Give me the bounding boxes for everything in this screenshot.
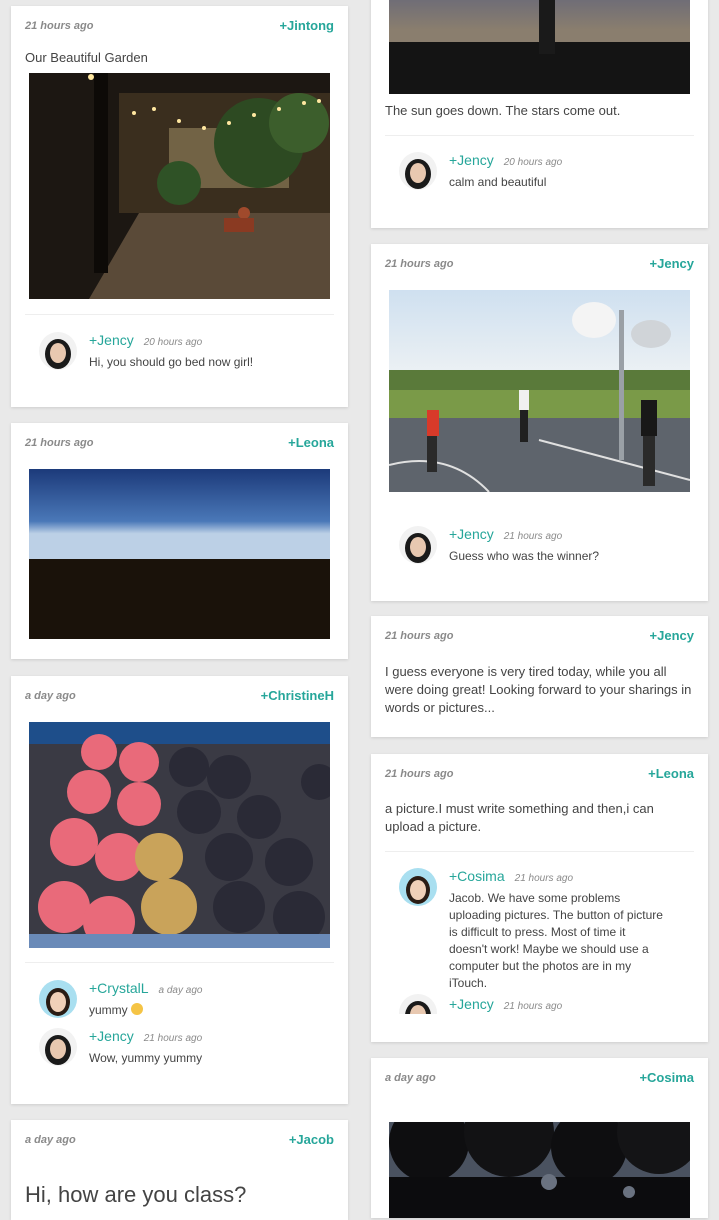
- comment-author-link[interactable]: +Jency 20 hours ago: [89, 332, 202, 348]
- comment-time: 21 hours ago: [503, 531, 563, 542]
- avatar[interactable]: [399, 152, 437, 190]
- post-time: 21 hours ago: [385, 768, 454, 780]
- post-author-link[interactable]: +Leona: [288, 435, 334, 450]
- post-photo-donuts[interactable]: [29, 722, 330, 948]
- divider: [385, 135, 694, 136]
- post-card-upload[interactable]: 21 hours ago +Leona a picture.I must wri…: [371, 754, 708, 1042]
- divider: [385, 851, 694, 852]
- comment-author-link[interactable]: +Jency 21 hours ago: [449, 996, 562, 1012]
- avatar[interactable]: [39, 1028, 77, 1066]
- comment-time: 21 hours ago: [514, 873, 574, 884]
- post-card-cosima[interactable]: a day ago +Cosima: [371, 1058, 708, 1218]
- avatar[interactable]: [399, 994, 437, 1014]
- post-time: 21 hours ago: [385, 630, 454, 642]
- post-author-link[interactable]: +Jency: [650, 256, 694, 271]
- post-time: 21 hours ago: [25, 437, 94, 449]
- comment-author-link[interactable]: +CrystalL a day ago: [89, 980, 202, 996]
- post-photo-night[interactable]: [29, 469, 330, 639]
- comment-author-link[interactable]: +Jency 21 hours ago: [449, 526, 562, 542]
- comment: +Cosima 21 hours ago Jacob. We have some …: [399, 868, 694, 998]
- comment-time: 20 hours ago: [143, 337, 203, 348]
- basketball-photo: [389, 290, 690, 492]
- comment-text: Guess who was the winner?: [449, 549, 600, 563]
- comment-text: Wow, yummy yummy: [89, 1051, 203, 1065]
- avatar[interactable]: [39, 980, 77, 1018]
- post-card-sunset[interactable]: The sun goes down. The stars come out. +…: [371, 0, 708, 228]
- post-text: Hi, how are you class?: [25, 1182, 247, 1207]
- post-photo-sunset[interactable]: [389, 0, 690, 94]
- post-time: a day ago: [385, 1072, 436, 1084]
- comment-time: 21 hours ago: [143, 1033, 203, 1044]
- post-author-link[interactable]: +Jency: [650, 628, 694, 643]
- comment-time: 20 hours ago: [503, 157, 563, 168]
- post-time: a day ago: [25, 1134, 76, 1146]
- comment-author-link[interactable]: +Jency 21 hours ago: [89, 1028, 202, 1044]
- post-text: I guess everyone is very tired today, wh…: [385, 664, 692, 715]
- sunset-photo: [389, 0, 690, 94]
- post-card-basketball[interactable]: 21 hours ago +Jency +Jency 21 hours ago …: [371, 244, 708, 601]
- garden-photo: [29, 73, 330, 299]
- comment-text: yummy: [89, 1002, 334, 1019]
- donuts-photo: [29, 722, 330, 948]
- avatar[interactable]: [399, 526, 437, 564]
- post-text: a picture.I must write something and the…: [385, 801, 654, 834]
- post-card-donuts[interactable]: a day ago +ChristineH +CrystalL a day ago: [11, 676, 348, 1104]
- post-card-garden[interactable]: 21 hours ago +Jintong Our Beautiful Gard…: [11, 6, 348, 407]
- comment: +Jency 21 hours ago: [399, 994, 694, 1014]
- trees-photo: [389, 1122, 690, 1218]
- divider: [25, 314, 334, 315]
- comment-text: calm and beautiful: [449, 175, 547, 189]
- post-author-link[interactable]: +ChristineH: [261, 688, 334, 703]
- post-title: Our Beautiful Garden: [25, 50, 148, 65]
- post-photo-garden[interactable]: [29, 73, 330, 299]
- comment-time: 21 hours ago: [503, 1001, 563, 1012]
- comment-author-link[interactable]: +Jency 20 hours ago: [449, 152, 562, 168]
- post-author-link[interactable]: +Leona: [648, 766, 694, 781]
- post-author-link[interactable]: +Jacob: [289, 1132, 334, 1147]
- post-author-link[interactable]: +Cosima: [639, 1070, 694, 1085]
- post-author-link[interactable]: +Jintong: [279, 18, 334, 33]
- post-time: 21 hours ago: [385, 258, 454, 270]
- post-time: a day ago: [25, 690, 76, 702]
- comment-time: a day ago: [158, 985, 203, 996]
- post-caption: The sun goes down. The stars come out.: [385, 103, 621, 118]
- avatar[interactable]: [399, 868, 437, 906]
- comment-text: Hi, you should go bed now girl!: [89, 355, 254, 369]
- post-photo-basketball[interactable]: [389, 290, 690, 492]
- comment-text: Jacob. We have some problems uploading p…: [449, 891, 663, 990]
- post-photo-trees[interactable]: [389, 1122, 690, 1218]
- divider: [25, 962, 334, 963]
- post-time: 21 hours ago: [25, 20, 94, 32]
- post-card-tired[interactable]: 21 hours ago +Jency I guess everyone is …: [371, 616, 708, 737]
- post-card-greeting[interactable]: a day ago +Jacob Hi, how are you class?: [11, 1120, 348, 1220]
- smile-emoji-icon: [131, 1003, 144, 1015]
- post-card-night[interactable]: 21 hours ago +Leona: [11, 423, 348, 659]
- avatar[interactable]: [39, 332, 77, 370]
- comment-author-link[interactable]: +Cosima 21 hours ago: [449, 868, 573, 884]
- night-sky-photo: [29, 469, 330, 639]
